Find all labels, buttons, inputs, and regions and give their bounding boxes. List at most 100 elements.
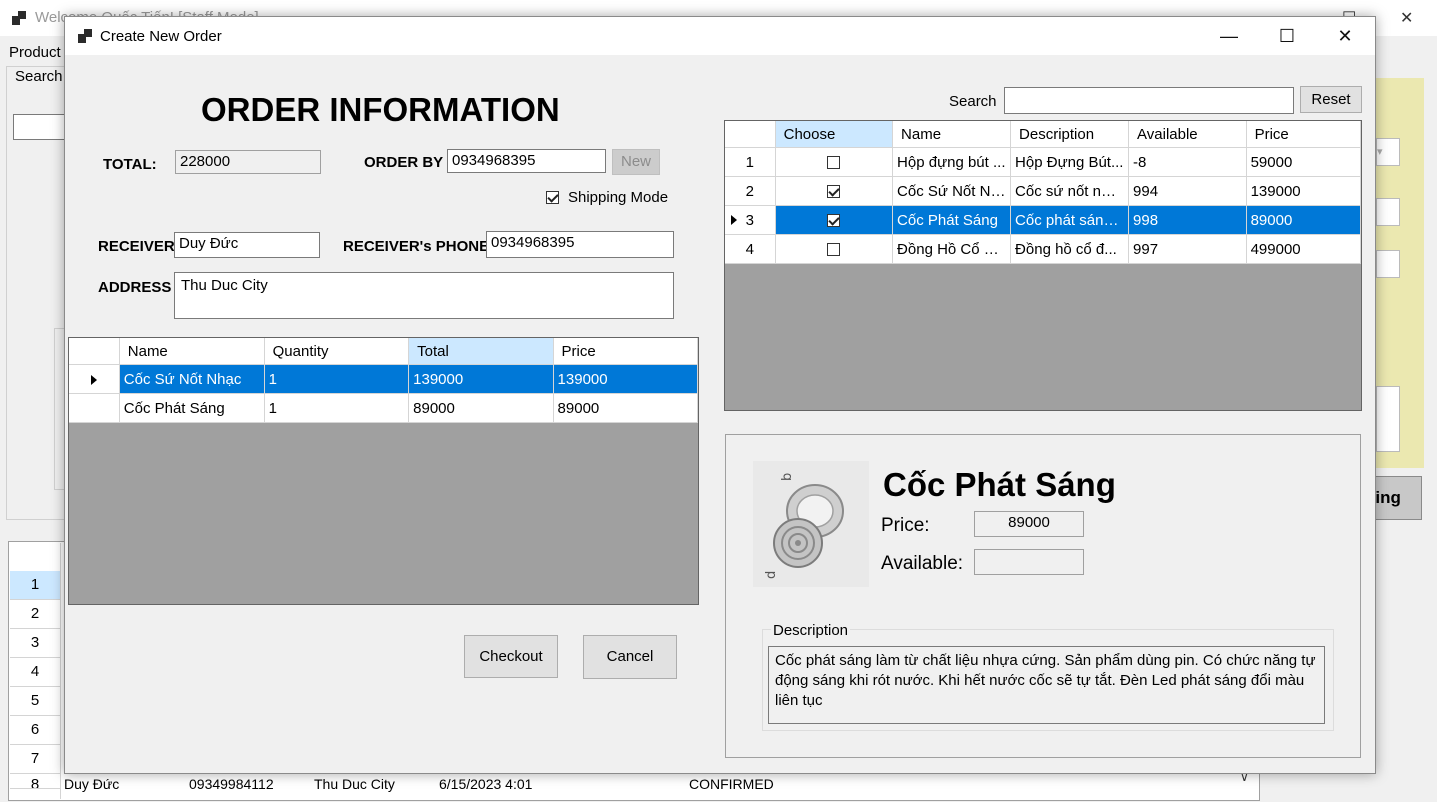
background-row-number[interactable]: 6 — [10, 716, 60, 745]
background-row-number[interactable]: 3 — [10, 629, 60, 658]
description-text: Cốc phát sáng làm từ chất liệu nhựa cứng… — [768, 646, 1325, 724]
cart-cell-price[interactable]: 139000 — [553, 364, 698, 394]
dialog-app-icon — [78, 29, 92, 43]
product-cell-choose[interactable] — [775, 176, 894, 206]
shipping-mode-label: Shipping Mode — [568, 189, 669, 206]
background-row-name: Duy Đức — [64, 776, 120, 792]
cart-cell-total[interactable]: 89000 — [408, 393, 554, 423]
background-field[interactable] — [1376, 250, 1400, 278]
cart-row[interactable]: Cốc Sứ Nốt Nhạc 1 139000 139000 — [69, 364, 698, 394]
reset-button[interactable]: Reset — [1300, 86, 1362, 113]
product-cell-name[interactable]: Cốc Phát Sáng — [892, 205, 1012, 235]
background-close-icon[interactable]: ✕ — [1400, 8, 1413, 28]
product-header-available[interactable]: Available — [1128, 121, 1247, 148]
background-field[interactable] — [1376, 198, 1400, 226]
row-selector-arrow-icon[interactable] — [69, 364, 120, 394]
product-cell-price[interactable]: 89000 — [1246, 205, 1361, 235]
product-cell-choose[interactable] — [775, 205, 894, 235]
product-row[interactable]: 1 Hộp đựng bút ... Hộp Đựng Bút... -8 59000 — [725, 147, 1361, 177]
menu-product[interactable]: Product — [9, 44, 61, 61]
receiver-label: RECEIVER — [98, 238, 175, 255]
background-row-number[interactable]: 1 — [10, 571, 60, 600]
order-by-field[interactable]: 0934968395 — [447, 149, 606, 173]
cart-cell-total[interactable]: 139000 — [408, 364, 554, 394]
background-row-number[interactable]: 7 — [10, 745, 60, 774]
product-cell-description[interactable]: Cốc phát sáng ... — [1010, 205, 1130, 235]
product-cell-available[interactable]: 998 — [1128, 205, 1247, 235]
product-row-header[interactable]: 2 — [725, 176, 776, 206]
background-row-number[interactable]: 8 — [10, 774, 60, 789]
product-cell-choose[interactable] — [775, 234, 894, 264]
product-header-price[interactable]: Price — [1246, 121, 1361, 148]
product-cell-choose[interactable] — [775, 147, 894, 177]
product-cell-name[interactable]: Cốc Sứ Nốt Nh... — [892, 176, 1012, 206]
product-cell-price[interactable]: 59000 — [1246, 147, 1361, 177]
product-cell-price[interactable]: 499000 — [1246, 234, 1361, 264]
cart-cell-quantity[interactable]: 1 — [264, 364, 410, 394]
background-row-number[interactable]: 4 — [10, 658, 60, 687]
checkout-button[interactable]: Checkout — [464, 635, 558, 678]
product-cell-price[interactable]: 139000 — [1246, 176, 1361, 206]
address-field[interactable]: Thu Duc City — [174, 272, 674, 319]
row-selector-arrow-icon — [731, 215, 737, 225]
choose-checkbox[interactable] — [827, 185, 841, 199]
choose-checkbox[interactable] — [827, 156, 841, 170]
cart-cell-name[interactable]: Cốc Sứ Nốt Nhạc — [119, 364, 265, 394]
product-cell-available[interactable]: 997 — [1128, 234, 1247, 264]
minimize-icon[interactable]: — — [1200, 17, 1258, 55]
product-row[interactable]: 2 Cốc Sứ Nốt Nh... Cốc sứ nốt nhạ... 994 139… — [725, 176, 1361, 206]
receiver-phone-field[interactable]: 0934968395 — [486, 231, 674, 258]
product-cell-price-text: 59000 — [1250, 153, 1293, 171]
receiver-phone-label: RECEIVER's PHONE — [343, 238, 490, 255]
shipping-mode-checkbox[interactable] — [546, 191, 559, 204]
product-cell-description[interactable]: Hộp Đựng Bút... — [1010, 147, 1130, 177]
product-cell-available[interactable]: 994 — [1128, 176, 1247, 206]
product-row-header[interactable]: 1 — [725, 147, 776, 177]
product-cell-name[interactable]: Đồng Hồ Cổ Đ... — [892, 234, 1012, 264]
receiver-field[interactable]: Duy Đức — [174, 232, 320, 258]
product-row[interactable]: 3 Cốc Phát Sáng Cốc phát sáng ... 998 89000 — [725, 205, 1361, 235]
app-icon — [12, 11, 26, 25]
choose-checkbox[interactable] — [827, 214, 841, 228]
svg-text:d: d — [764, 571, 779, 579]
address-label: ADDRESS — [98, 279, 172, 296]
product-row-number: 1 — [745, 153, 754, 171]
product-corner-header — [725, 121, 776, 148]
product-cell-description[interactable]: Cốc sứ nốt nhạ... — [1010, 176, 1130, 206]
cart-header-price[interactable]: Price — [553, 338, 698, 365]
product-row[interactable]: 4 Đồng Hồ Cổ Đ... Đồng hồ cổ đ... 997 499000 — [725, 234, 1361, 264]
background-grid-divider — [60, 543, 61, 799]
cart-cell-quantity[interactable]: 1 — [264, 393, 410, 423]
product-search-input[interactable] — [1004, 87, 1294, 114]
cart-header-name[interactable]: Name — [119, 338, 265, 365]
cart-header-total[interactable]: Total — [408, 338, 554, 365]
product-row-header[interactable]: 4 — [725, 234, 776, 264]
maximize-icon[interactable]: ☐ — [1258, 17, 1316, 55]
product-detail-name: Cốc Phát Sáng — [883, 466, 1116, 503]
cart-cell-price[interactable]: 89000 — [553, 393, 698, 423]
background-row-number[interactable]: 2 — [10, 600, 60, 629]
product-header-choose[interactable]: Choose — [775, 121, 894, 148]
close-icon[interactable]: ✕ — [1316, 17, 1374, 55]
product-header-name[interactable]: Name — [892, 121, 1012, 148]
product-cell-name[interactable]: Hộp đựng bút ... — [892, 147, 1012, 177]
background-row-date: 6/15/2023 4:01 — [439, 776, 533, 792]
cart-row[interactable]: Cốc Phát Sáng 1 89000 89000 — [69, 393, 698, 423]
choose-checkbox[interactable] — [827, 243, 841, 257]
dialog-title: Create New Order — [100, 28, 222, 45]
product-cell-description[interactable]: Đồng hồ cổ đ... — [1010, 234, 1130, 264]
cart-header-quantity[interactable]: Quantity — [264, 338, 410, 365]
cancel-button[interactable]: Cancel — [583, 635, 677, 679]
new-button[interactable]: New — [612, 149, 660, 175]
background-row-number[interactable]: 5 — [10, 687, 60, 716]
background-dropdown-arrow-icon[interactable]: ▾ — [1376, 138, 1400, 166]
product-cell-available[interactable]: -8 — [1128, 147, 1247, 177]
product-header-description[interactable]: Description — [1010, 121, 1130, 148]
product-price-label: Price: — [881, 515, 930, 536]
product-available-field — [974, 549, 1084, 575]
background-field[interactable] — [1376, 386, 1400, 452]
row-selector[interactable] — [69, 393, 120, 423]
cart-cell-name[interactable]: Cốc Phát Sáng — [119, 393, 265, 423]
product-row-number: 4 — [745, 240, 754, 258]
product-row-header[interactable]: 3 — [725, 205, 776, 235]
